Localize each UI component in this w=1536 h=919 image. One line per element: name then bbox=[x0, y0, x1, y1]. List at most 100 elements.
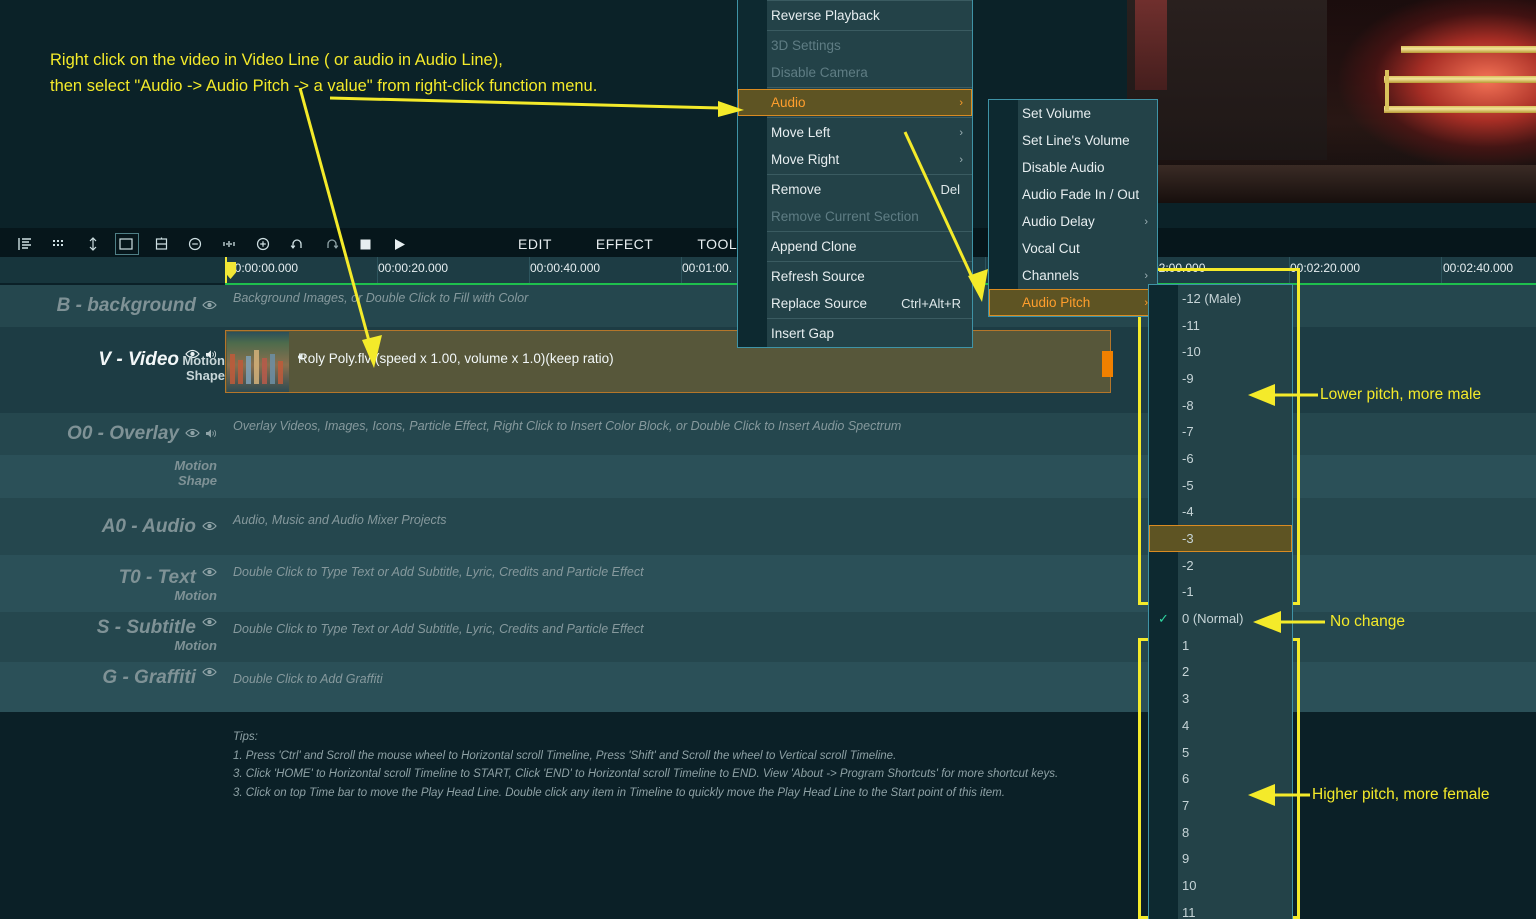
clip-right-handle[interactable] bbox=[1102, 351, 1113, 377]
pitch-item--9[interactable]: -9 bbox=[1149, 365, 1292, 392]
frame-icon[interactable] bbox=[110, 228, 144, 260]
track-row-text[interactable]: T0 - Text Double Click to Type Text or A… bbox=[0, 555, 1536, 612]
menu-item-audio-fade-in-out[interactable]: Audio Fade In / Out bbox=[989, 181, 1157, 208]
eye-icon[interactable] bbox=[202, 521, 217, 533]
menu-item-move-right[interactable]: Move Right › bbox=[738, 146, 972, 173]
menu-item-insert-gap[interactable]: Insert Gap bbox=[738, 320, 972, 347]
audio-submenu[interactable]: Set Volume Set Line's Volume Disable Aud… bbox=[988, 99, 1158, 317]
pitch-item--4[interactable]: -4 bbox=[1149, 499, 1292, 526]
menu-item-remove-current-section[interactable]: Remove Current Section bbox=[738, 203, 972, 230]
menu-item-3d-settings[interactable]: 3D Settings bbox=[738, 32, 972, 59]
pitch-item-11[interactable]: 11 bbox=[1149, 899, 1292, 919]
menu-item-label: -8 bbox=[1182, 397, 1194, 413]
toolbar-menu-edit[interactable]: EDIT bbox=[496, 236, 574, 252]
sub-label-shape[interactable]: Shape bbox=[0, 368, 225, 384]
sub-label-motion[interactable]: Motion bbox=[0, 588, 217, 604]
pitch-item-2[interactable]: 2 bbox=[1149, 659, 1292, 686]
menu-item-append-clone[interactable]: Append Clone bbox=[738, 233, 972, 260]
track-row-subtitle[interactable]: S - Subtitle Double Click to Type Text o… bbox=[0, 612, 1536, 662]
sub-label-shape[interactable]: Shape bbox=[0, 473, 217, 489]
waveform-icon[interactable] bbox=[212, 228, 246, 260]
pitch-item-6[interactable]: 6 bbox=[1149, 765, 1292, 792]
track-header-audio[interactable]: A0 - Audio bbox=[0, 498, 225, 555]
calendar-split-icon[interactable] bbox=[144, 228, 178, 260]
menu-item-audio[interactable]: Audio › bbox=[738, 89, 972, 116]
pitch-item-3[interactable]: 3 bbox=[1149, 685, 1292, 712]
menu-item-replace-source[interactable]: Replace Source Ctrl+Alt+R bbox=[738, 290, 972, 317]
track-header-subtitle[interactable]: S - Subtitle bbox=[0, 612, 225, 662]
pitch-item-5[interactable]: 5 bbox=[1149, 739, 1292, 766]
menu-item-disable-audio[interactable]: Disable Audio bbox=[989, 154, 1157, 181]
track-row-graffiti[interactable]: G - Graffiti Double Click to Add Graffit… bbox=[0, 662, 1536, 712]
eye-icon[interactable] bbox=[202, 667, 217, 679]
redo-icon[interactable] bbox=[314, 228, 348, 260]
pitch-item--5[interactable]: -5 bbox=[1149, 472, 1292, 499]
zoom-out-icon[interactable] bbox=[178, 228, 212, 260]
play-icon[interactable] bbox=[382, 228, 416, 260]
pitch-item--1[interactable]: -1 bbox=[1149, 579, 1292, 606]
menu-item-reverse-playback[interactable]: Reverse Playback bbox=[738, 2, 972, 29]
menu-item-audio-pitch[interactable]: Audio Pitch › bbox=[989, 289, 1157, 316]
menu-item-refresh-source[interactable]: Refresh Source bbox=[738, 263, 972, 290]
pitch-item-10[interactable]: 10 bbox=[1149, 872, 1292, 899]
sub-label-motion[interactable]: Motion bbox=[0, 458, 217, 474]
menu-item-set-lines-volume[interactable]: Set Line's Volume bbox=[989, 127, 1157, 154]
audio-pitch-submenu[interactable]: -12 (Male) -11 -10 -9 -8 -7 -6 -5 -4 -3 … bbox=[1148, 284, 1293, 919]
track-header-overlay[interactable]: O0 - Overlay bbox=[0, 413, 225, 455]
video-clip[interactable]: Roly Poly.flv (speed x 1.00, volume x 1.… bbox=[225, 330, 1113, 393]
pitch-item--11[interactable]: -11 bbox=[1149, 312, 1292, 339]
zoom-in-icon[interactable] bbox=[246, 228, 280, 260]
preview-gold-band bbox=[1384, 76, 1536, 83]
menu-item-audio-delay[interactable]: Audio Delay › bbox=[989, 208, 1157, 235]
menu-item-label: -6 bbox=[1182, 450, 1194, 466]
track-body-overlay[interactable]: Overlay Videos, Images, Icons, Particle … bbox=[225, 413, 1536, 455]
menu-item-move-left[interactable]: Move Left › bbox=[738, 119, 972, 146]
pitch-item-0-normal[interactable]: ✓ 0 (Normal) bbox=[1149, 605, 1292, 632]
menu-item-label: Disable Camera bbox=[771, 65, 868, 80]
pitch-item--2[interactable]: -2 bbox=[1149, 552, 1292, 579]
pitch-item--6[interactable]: -6 bbox=[1149, 445, 1292, 472]
track-header-background[interactable]: B - background bbox=[0, 285, 225, 327]
pitch-item-8[interactable]: 8 bbox=[1149, 819, 1292, 846]
pitch-item--8[interactable]: -8 bbox=[1149, 392, 1292, 419]
track-body-text[interactable]: Double Click to Type Text or Add Subtitl… bbox=[174, 555, 1536, 612]
clip-label: Roly Poly.flv (speed x 1.00, volume x 1.… bbox=[298, 351, 614, 366]
menu-item-set-volume[interactable]: Set Volume bbox=[989, 100, 1157, 127]
pitch-item--7[interactable]: -7 bbox=[1149, 418, 1292, 445]
undo-icon[interactable] bbox=[280, 228, 314, 260]
eye-icon[interactable] bbox=[202, 300, 217, 312]
pitch-item--12[interactable]: -12 (Male) bbox=[1149, 285, 1292, 312]
track-row-overlay[interactable]: O0 - Overlay Overlay Videos, Images, Ico… bbox=[0, 413, 1536, 455]
preview-floor bbox=[1127, 165, 1536, 203]
pitch-item-4[interactable]: 4 bbox=[1149, 712, 1292, 739]
menu-item-remove[interactable]: Remove Del bbox=[738, 176, 972, 203]
track-row-overlay-sub[interactable]: Motion Shape bbox=[0, 455, 1536, 498]
track-header-graffiti[interactable]: G - Graffiti bbox=[0, 662, 225, 712]
sub-label-motion[interactable]: Motion bbox=[0, 353, 225, 369]
eye-icon[interactable] bbox=[202, 567, 217, 579]
eye-icon[interactable] bbox=[202, 617, 217, 629]
eye-icon[interactable] bbox=[185, 428, 200, 440]
vertical-resize-icon[interactable] bbox=[76, 228, 110, 260]
grid-dots-icon[interactable] bbox=[42, 228, 76, 260]
pitch-item-7[interactable]: 7 bbox=[1149, 792, 1292, 819]
list-lines-icon[interactable] bbox=[8, 228, 42, 260]
menu-item-label: -2 bbox=[1182, 557, 1194, 573]
track-row-audio[interactable]: A0 - Audio Audio, Music and Audio Mixer … bbox=[0, 498, 1536, 555]
menu-item-vocal-cut[interactable]: Vocal Cut bbox=[989, 235, 1157, 262]
toolbar-menu-effect[interactable]: EFFECT bbox=[574, 236, 675, 252]
menu-item-channels[interactable]: Channels › bbox=[989, 262, 1157, 289]
track-body-audio[interactable]: Audio, Music and Audio Mixer Projects bbox=[225, 498, 1536, 555]
speaker-icon[interactable] bbox=[206, 428, 217, 441]
pitch-item--10[interactable]: -10 bbox=[1149, 338, 1292, 365]
track-body-graffiti[interactable]: Double Click to Add Graffiti bbox=[225, 662, 1536, 712]
stop-icon[interactable] bbox=[348, 228, 382, 260]
sub-label-motion[interactable]: Motion bbox=[0, 638, 217, 654]
context-menu[interactable]: Reverse Playback 3D Settings Disable Cam… bbox=[737, 0, 973, 348]
pitch-item--3[interactable]: -3 bbox=[1149, 525, 1292, 552]
pitch-item-1[interactable]: 1 bbox=[1149, 632, 1292, 659]
menu-item-label: -12 (Male) bbox=[1182, 290, 1242, 306]
pitch-item-9[interactable]: 9 bbox=[1149, 845, 1292, 872]
clip-thumbnail bbox=[227, 332, 289, 392]
menu-item-disable-camera[interactable]: Disable Camera bbox=[738, 59, 972, 86]
